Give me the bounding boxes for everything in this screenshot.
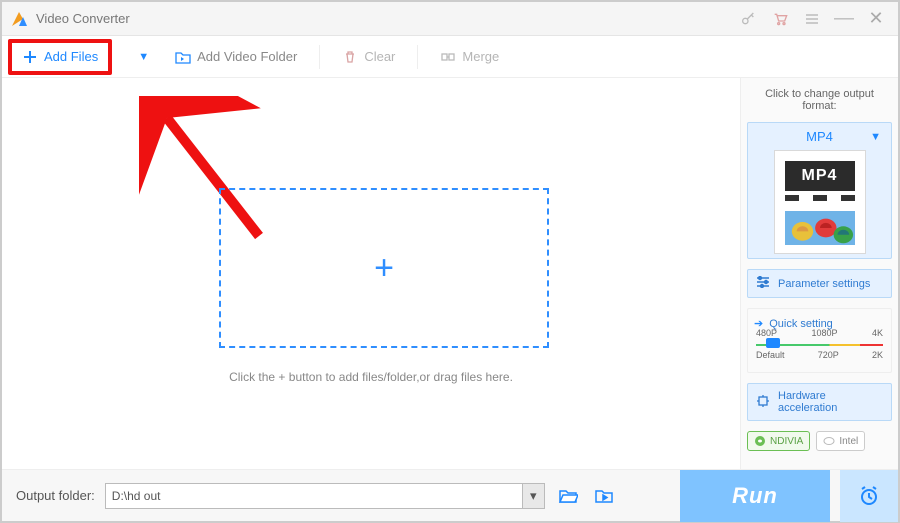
body: + Click the + button to add files/folder…: [2, 78, 898, 469]
output-folder-dropdown[interactable]: ▾: [523, 483, 545, 509]
main-area: + Click the + button to add files/folder…: [2, 78, 740, 469]
output-format-selector[interactable]: MP4 ▼ MP4: [747, 122, 892, 259]
add-files-dropdown[interactable]: ▼: [134, 47, 153, 67]
scale-1080p: 1080P: [811, 328, 837, 338]
merge-button[interactable]: Merge: [440, 49, 499, 65]
folder-video-icon: [175, 49, 191, 65]
quick-setting-block: ➔ Quick setting 480P 1080P 4K Default 72…: [747, 308, 892, 373]
drop-zone[interactable]: +: [219, 188, 549, 348]
menu-icon[interactable]: [798, 5, 826, 33]
schedule-button[interactable]: [840, 470, 898, 522]
sidebar: Click to change output format: MP4 ▼ MP4: [740, 78, 898, 469]
add-video-folder-button[interactable]: Add Video Folder: [175, 49, 297, 65]
chevron-down-icon: ▼: [870, 131, 881, 143]
hardware-accel-button[interactable]: Hardware acceleration: [747, 383, 892, 421]
hardware-accel-label: Hardware acceleration: [778, 390, 883, 414]
nvidia-badge-label: NDIVIA: [770, 436, 803, 447]
add-files-button[interactable]: Add Files: [22, 49, 98, 65]
minimize-button[interactable]: —: [830, 5, 858, 33]
toolbar-separator: [319, 45, 320, 69]
parameter-settings-button[interactable]: Parameter settings: [747, 269, 892, 298]
add-files-highlight: Add Files: [8, 39, 112, 75]
run-label: Run: [732, 483, 778, 509]
merge-icon: [440, 49, 456, 65]
dropzone-plus-icon: +: [374, 249, 394, 288]
app-logo-icon: [10, 10, 28, 28]
open-folder-button[interactable]: [555, 483, 581, 509]
output-folder-field: ▾: [105, 483, 545, 509]
slider-handle[interactable]: [766, 338, 780, 348]
output-format-label: MP4: [806, 129, 833, 144]
run-button[interactable]: Run: [680, 470, 830, 522]
format-band: MP4: [785, 161, 855, 191]
key-icon[interactable]: [734, 5, 762, 33]
sliders-icon: [756, 276, 770, 291]
add-video-folder-label: Add Video Folder: [197, 49, 297, 64]
clear-label: Clear: [364, 49, 395, 64]
output-folder-label: Output folder:: [16, 488, 95, 503]
quality-slider[interactable]: 480P 1080P 4K Default 720P 2K: [754, 338, 885, 366]
toolbar: Add Files ▼ Add Video Folder Clear Merge: [2, 36, 898, 78]
plus-icon: [22, 49, 38, 65]
app-title: Video Converter: [36, 11, 130, 26]
parameter-settings-label: Parameter settings: [778, 278, 870, 290]
add-files-label: Add Files: [44, 49, 98, 64]
nvidia-badge: NDIVIA: [747, 431, 810, 451]
intel-badge-label: Intel: [839, 436, 858, 447]
sidebar-header: Click to change output format:: [747, 88, 892, 112]
titlebar: Video Converter — ✕: [2, 2, 898, 36]
gpu-badges: NDIVIA Intel: [747, 431, 892, 451]
close-button[interactable]: ✕: [862, 5, 890, 33]
bottom-bar: Output folder: ▾ Run: [2, 469, 898, 521]
toolbar-separator-2: [417, 45, 418, 69]
scale-4k: 4K: [872, 328, 883, 338]
play-folder-button[interactable]: [591, 483, 617, 509]
scale-default: Default: [756, 350, 785, 360]
chip-icon: [756, 394, 770, 411]
output-folder-input[interactable]: [105, 483, 523, 509]
format-thumbnail: MP4: [774, 150, 866, 254]
scale-480p: 480P: [756, 328, 777, 338]
intel-badge: Intel: [816, 431, 865, 451]
dropzone-hint: Click the + button to add files/folder,o…: [2, 370, 740, 384]
scale-720p: 720P: [818, 350, 839, 360]
app-window: Video Converter — ✕ Add Files ▼: [0, 0, 900, 523]
scale-2k: 2K: [872, 350, 883, 360]
merge-label: Merge: [462, 49, 499, 64]
trash-icon: [342, 49, 358, 65]
clock-icon: [857, 484, 881, 508]
cart-icon[interactable]: [766, 5, 794, 33]
clear-button[interactable]: Clear: [342, 49, 395, 65]
